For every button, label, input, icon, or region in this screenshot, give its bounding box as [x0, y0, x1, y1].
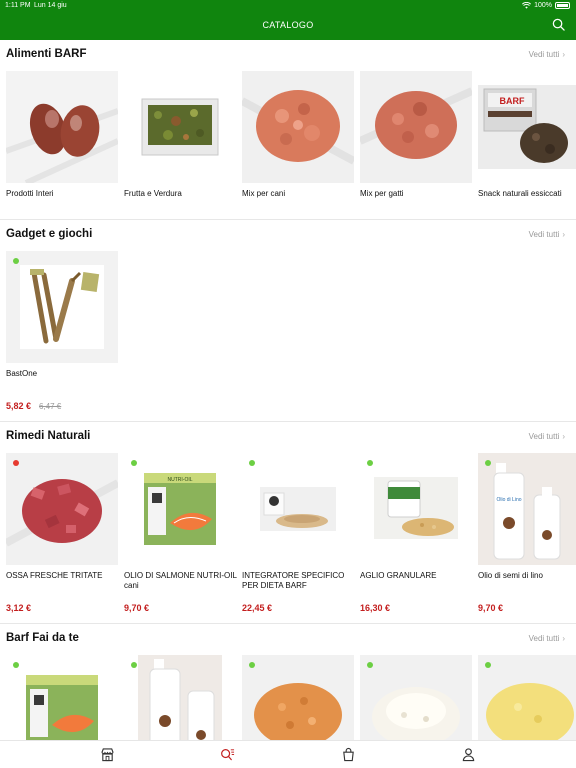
- section-title: Rimedi Naturali: [6, 430, 91, 442]
- product-image: [242, 453, 354, 565]
- product-image: [360, 453, 472, 565]
- availability-dot: [249, 662, 255, 668]
- product-name: INTEGRATORE SPECIFICO PER DIETA BARF: [242, 571, 345, 590]
- product-image: Olio di Lino: [478, 453, 576, 565]
- product-name: Olio di semi di lino: [478, 571, 543, 580]
- availability-dot: [13, 460, 19, 466]
- chevron-right-icon: ›: [562, 432, 565, 441]
- product-image: NUTRI-OIL: [124, 453, 236, 565]
- page-title: CATALOGO: [262, 20, 314, 30]
- product-image: [478, 655, 576, 740]
- section-rimedi-naturali: Rimedi Naturali Vedi tutti › OSSA FRESCH…: [0, 422, 576, 624]
- availability-dot: [367, 662, 373, 668]
- availability-dot: [485, 460, 491, 466]
- category-name: Mix per cani: [242, 189, 286, 198]
- see-all-button[interactable]: Vedi tutti ›: [529, 230, 565, 239]
- see-all-label: Vedi tutti: [528, 230, 560, 239]
- tab-bar: [0, 740, 576, 768]
- product-price: 16,30 €: [360, 603, 391, 613]
- product-image: [242, 655, 354, 740]
- chevron-right-icon: ›: [562, 230, 565, 239]
- chevron-right-icon: ›: [562, 50, 565, 59]
- product-label-text: BARF: [500, 96, 525, 106]
- section-alimenti-barf: Alimenti BARF Vedi tutti › Prodotti Inte…: [0, 40, 576, 220]
- chevron-right-icon: ›: [562, 634, 565, 643]
- wifi-icon: [522, 2, 532, 9]
- product-image: [124, 655, 236, 740]
- product-name: OLIO DI SALMONE NUTRI-OIL cani: [124, 571, 237, 590]
- product-price: 9,70 €: [478, 603, 504, 613]
- product-image: BARF: [478, 71, 576, 183]
- see-all-label: Vedi tutti: [528, 50, 560, 59]
- status-date: Lun 14 giu: [34, 2, 67, 9]
- status-right: 100%: [522, 2, 570, 9]
- availability-dot: [13, 258, 19, 264]
- product-label-text: NUTRI-OIL: [168, 477, 193, 483]
- catalog-content[interactable]: Alimenti BARF Vedi tutti › Prodotti Inte…: [0, 40, 576, 740]
- category-name: Prodotti Interi: [6, 189, 54, 198]
- search-icon[interactable]: [552, 18, 565, 31]
- product-image: [242, 71, 354, 183]
- product-price: 5,82 €: [6, 401, 32, 411]
- product-old-price: 6,47 €: [39, 402, 62, 411]
- product-image: [6, 251, 118, 363]
- availability-dot: [131, 460, 137, 466]
- product-name: OSSA FRESCHE TRITATE: [6, 571, 103, 580]
- product-image: [6, 453, 118, 565]
- store-icon[interactable]: [100, 747, 115, 762]
- section-barf-fai-da-te: Barf Fai da te Vedi tutti ›: [0, 624, 576, 740]
- category-name: Snack naturali essiccati: [478, 189, 562, 198]
- section-gadget-giochi: Gadget e giochi Vedi tutti › BastOne 5,8…: [0, 220, 576, 422]
- catalog-search-icon[interactable]: [220, 747, 235, 762]
- see-all-button[interactable]: Vedi tutti ›: [529, 50, 565, 59]
- see-all-button[interactable]: Vedi tutti ›: [529, 432, 565, 441]
- battery-percent: 100%: [534, 2, 552, 9]
- product-image: [124, 71, 236, 183]
- section-title: Barf Fai da te: [6, 632, 79, 644]
- shopping-bag-icon[interactable]: [341, 747, 356, 762]
- product-price: 9,70 €: [124, 603, 150, 613]
- status-time: 1:11 PM: [5, 2, 31, 9]
- see-all-button[interactable]: Vedi tutti ›: [529, 634, 565, 643]
- section-title: Gadget e giochi: [6, 228, 93, 240]
- product-image: [360, 71, 472, 183]
- see-all-label: Vedi tutti: [528, 432, 560, 441]
- category-name: Mix per gatti: [360, 189, 404, 198]
- section-title: Alimenti BARF: [6, 48, 87, 60]
- availability-dot: [249, 460, 255, 466]
- see-all-label: Vedi tutti: [528, 634, 560, 643]
- product-name: AGLIO GRANULARE: [360, 571, 437, 580]
- product-image: [6, 655, 118, 740]
- availability-dot: [131, 662, 137, 668]
- user-icon[interactable]: [461, 747, 476, 762]
- header: 1:11 PM Lun 14 giu 100% CATALOGO: [0, 0, 576, 40]
- availability-dot: [13, 662, 19, 668]
- app-root: 1:11 PM Lun 14 giu 100% CATALOGO Aliment…: [0, 0, 576, 768]
- product-price: 22,45 €: [242, 603, 273, 613]
- status-bar: 1:11 PM Lun 14 giu 100%: [0, 0, 576, 13]
- product-price: 3,12 €: [6, 603, 32, 613]
- battery-icon: [555, 2, 570, 9]
- product-name: BastOne: [6, 369, 38, 378]
- product-label-text: Olio di Lino: [496, 497, 521, 503]
- availability-dot: [485, 662, 491, 668]
- category-name: Frutta e Verdura: [124, 189, 182, 198]
- product-image: [360, 655, 472, 740]
- availability-dot: [367, 460, 373, 466]
- product-image: [6, 71, 118, 183]
